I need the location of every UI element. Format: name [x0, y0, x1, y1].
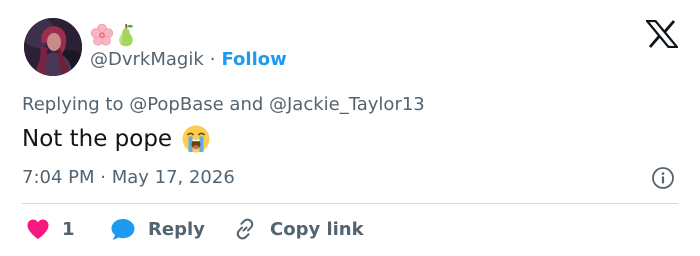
tweet-embed: @DvrkMagik · Follow Replying to @PopBase…	[0, 0, 700, 256]
reply-label: Reply	[148, 218, 205, 240]
link-icon	[236, 218, 254, 240]
author-handle[interactable]: @DvrkMagik	[90, 48, 204, 72]
copy-link-button[interactable]: Copy link	[232, 214, 364, 244]
author-handle-row: @DvrkMagik · Follow	[90, 48, 287, 72]
copy-link-label: Copy link	[270, 218, 364, 240]
like-button[interactable]: 1	[26, 214, 75, 244]
like-count: 1	[62, 218, 75, 240]
x-logo-icon[interactable]	[646, 20, 678, 48]
separator-dot: ·	[209, 49, 216, 70]
reply-bubble-icon	[111, 219, 135, 240]
tweet-timestamp[interactable]: 7:04 PM · May 17, 2026	[22, 164, 235, 192]
cherry-blossom-icon	[90, 23, 114, 46]
avatar-image	[24, 18, 82, 76]
pear-icon	[119, 23, 133, 47]
replying-to-line: Replying to @PopBase and @Jackie_Taylor1…	[22, 92, 425, 118]
mention-link-popbase[interactable]: @PopBase	[129, 94, 223, 115]
loudly-crying-face-icon	[182, 125, 210, 153]
replying-conjunction: and	[223, 94, 269, 115]
heart-icon	[27, 219, 49, 239]
reply-button[interactable]: Reply	[110, 214, 205, 244]
divider	[22, 203, 678, 204]
follow-button[interactable]: Follow	[221, 48, 286, 72]
avatar[interactable]	[24, 18, 82, 76]
replying-prefix: Replying to	[22, 94, 130, 115]
tweet-text-content: Not the pope	[22, 126, 173, 152]
tweet-text: Not the pope	[22, 122, 211, 156]
mention-link-jackie-taylor13[interactable]: @Jackie_Taylor13	[269, 94, 425, 115]
display-name-emojis	[90, 22, 136, 48]
info-icon[interactable]	[651, 166, 675, 190]
